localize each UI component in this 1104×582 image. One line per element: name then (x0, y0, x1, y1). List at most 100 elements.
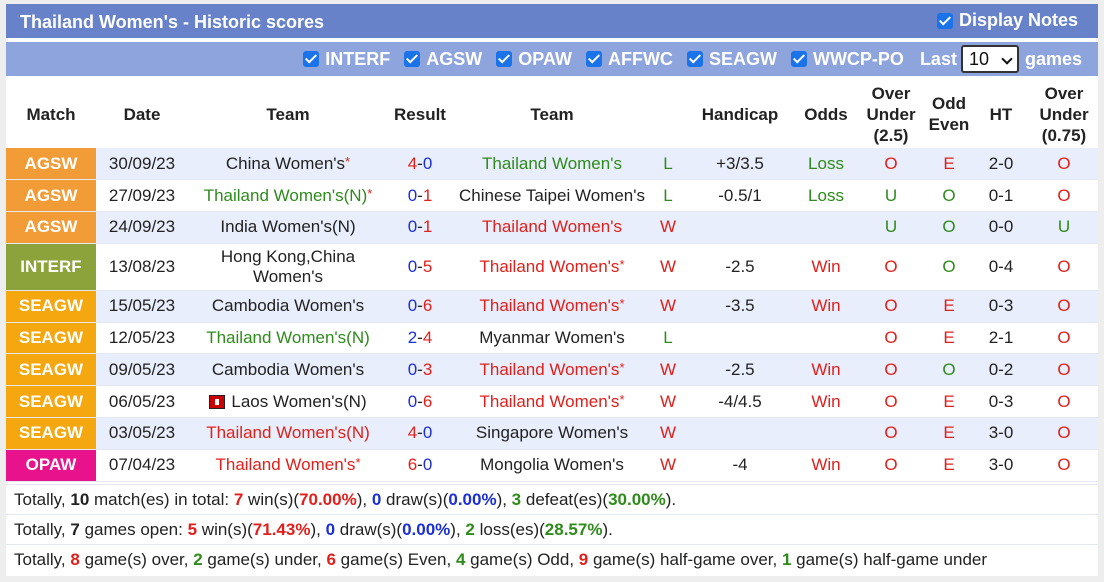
table-row[interactable]: AGSW 30/09/23 China Women's* 4-0 Thailand Wo… (6, 148, 1098, 181)
display-notes-toggle[interactable]: Display Notes (936, 10, 1078, 31)
summary-segment: 4 (455, 550, 466, 569)
away-team[interactable]: Chinese Taipei Women's (452, 179, 652, 213)
summary-segment: games open: (79, 520, 188, 539)
over-under: O (856, 290, 926, 323)
handicap (684, 417, 796, 450)
home-team[interactable]: Thailand Women's(N) (188, 322, 388, 355)
col-ou-line2: Under (866, 104, 916, 124)
filter-checkbox[interactable] (303, 51, 320, 67)
home-team[interactable]: China Women's* (188, 148, 388, 181)
table-row[interactable]: AGSW 24/09/23 India Women's(N) 0-1 Thailand … (6, 211, 1098, 244)
filter-checkbox[interactable] (686, 51, 703, 67)
away-team[interactable]: Thailand Women's* (452, 243, 652, 291)
league-badge[interactable]: AGSW (6, 179, 96, 213)
home-team[interactable]: Cambodia Women's (188, 290, 388, 323)
filter-agsw[interactable]: AGSW (404, 49, 482, 70)
over-under-075: O (1030, 243, 1098, 291)
games-count-select[interactable]: 10 (960, 45, 1019, 73)
table-row[interactable]: SEAGW 12/05/23 Thailand Women's(N) 2-4 Myanm… (6, 322, 1098, 355)
home-team[interactable]: Thailand Women's* (188, 449, 388, 482)
home-team[interactable]: Hong Kong,China Women's (188, 243, 388, 291)
home-team-name: Hong Kong,China Women's (220, 246, 356, 286)
match-result[interactable]: 2-4 (388, 322, 452, 355)
filter-checkbox[interactable] (404, 51, 421, 67)
win-loss: L (652, 148, 684, 181)
table-row[interactable]: SEAGW 03/05/23 Thailand Women's(N) 4-0 Singa… (6, 417, 1098, 450)
table-row[interactable]: AGSW 27/09/23 Thailand Women's(N)* 0-1 Chine… (6, 179, 1098, 213)
page-title: Thailand Women's - Historic scores (20, 12, 325, 32)
summary-segment: 1 (781, 550, 792, 569)
table-row[interactable]: OPAW 07/04/23 Thailand Women's* 6-0 Mongolia… (6, 449, 1098, 482)
home-team-name: Laos Women's (231, 391, 343, 411)
summary-segment: draw(s)( (335, 520, 403, 539)
display-notes-checkbox[interactable] (936, 12, 953, 29)
filter-interf[interactable]: INTERF (303, 49, 390, 70)
match-result[interactable]: 0-6 (388, 290, 452, 323)
league-badge[interactable]: INTERF (6, 243, 96, 291)
home-score: 4 (407, 153, 418, 173)
summary-segment: 28.57% (544, 520, 603, 539)
neutral-marker: (N) (343, 185, 368, 205)
away-team[interactable]: Thailand Women's* (452, 385, 652, 419)
away-team[interactable]: Thailand Women's* (452, 353, 652, 387)
match-result[interactable]: 0-3 (388, 353, 452, 387)
league-badge[interactable]: OPAW (6, 449, 96, 482)
over-under-075: O (1030, 179, 1098, 213)
home-team[interactable]: India Women's(N) (188, 211, 388, 244)
league-badge[interactable]: AGSW (6, 148, 96, 181)
league-badge[interactable]: SEAGW (6, 290, 96, 323)
league-badge[interactable]: SEAGW (6, 385, 96, 419)
over-under-075: O (1030, 417, 1098, 450)
summary-segment: 2 (193, 550, 203, 569)
league-badge[interactable]: SEAGW (6, 322, 96, 355)
table-row[interactable]: SEAGW 15/05/23 Cambodia Women's 0-6 Thailand… (6, 290, 1098, 323)
over-under: U (856, 211, 926, 244)
away-team[interactable]: Mongolia Women's (452, 449, 652, 482)
filter-checkbox[interactable] (496, 51, 513, 67)
summary-segment: game(s) half-game over, (588, 550, 782, 569)
match-result[interactable]: 0-1 (388, 211, 452, 244)
home-team[interactable]: Cambodia Women's (188, 353, 388, 387)
win-loss: L (652, 322, 684, 355)
col-ou-line3: (2.5) (873, 125, 909, 145)
odd-even: E (926, 148, 972, 181)
away-team[interactable]: Thailand Women's (452, 148, 652, 181)
filter-checkbox[interactable] (585, 51, 602, 67)
league-badge[interactable]: AGSW (6, 211, 96, 244)
home-score: 0 (407, 359, 418, 379)
away-team-name: Thailand Women's (479, 256, 620, 276)
match-result[interactable]: 6-0 (388, 449, 452, 482)
away-team[interactable]: Thailand Women's* (452, 290, 652, 323)
league-badge[interactable]: SEAGW (6, 417, 96, 450)
away-score: 1 (422, 185, 433, 205)
filter-opaw[interactable]: OPAW (496, 49, 572, 70)
away-team[interactable]: Thailand Women's (452, 211, 652, 244)
match-result[interactable]: 0-6 (388, 385, 452, 419)
summary-segment: 70.00% (299, 490, 357, 509)
match-result[interactable]: 4-0 (388, 417, 452, 450)
filter-affwc[interactable]: AFFWC (585, 49, 673, 70)
match-result[interactable]: 0-5 (388, 243, 452, 291)
summary-segment: Totally, (14, 490, 71, 509)
table-row[interactable]: SEAGW 09/05/23 Cambodia Women's 0-3 Thailand… (6, 353, 1098, 387)
summary-segment: 2 (465, 520, 475, 539)
match-result[interactable]: 4-0 (388, 148, 452, 181)
filter-checkbox[interactable] (790, 51, 807, 67)
away-team[interactable]: Singapore Women's (452, 417, 652, 450)
match-date: 30/09/23 (96, 148, 188, 181)
summary-segment: ), (310, 520, 326, 539)
table-row[interactable]: INTERF 13/08/23 Hong Kong,China Women's 0-5… (6, 243, 1098, 291)
table-row[interactable]: SEAGW 06/05/23 Laos Women's(N) 0-6 Thailand … (6, 385, 1098, 419)
match-date: 24/09/23 (96, 211, 188, 244)
col-date: Date (96, 80, 188, 148)
filter-seagw[interactable]: SEAGW (686, 49, 777, 70)
half-time: 0-3 (972, 385, 1030, 419)
filter-wwcp-po[interactable]: WWCP-PO (790, 49, 904, 70)
home-team[interactable]: Thailand Women's(N) (188, 417, 388, 450)
home-team[interactable]: Laos Women's(N) (188, 385, 388, 419)
over-under: O (856, 353, 926, 387)
home-team[interactable]: Thailand Women's(N)* (188, 179, 388, 213)
league-badge[interactable]: SEAGW (6, 353, 96, 387)
away-team[interactable]: Myanmar Women's (452, 322, 652, 355)
match-result[interactable]: 0-1 (388, 179, 452, 213)
